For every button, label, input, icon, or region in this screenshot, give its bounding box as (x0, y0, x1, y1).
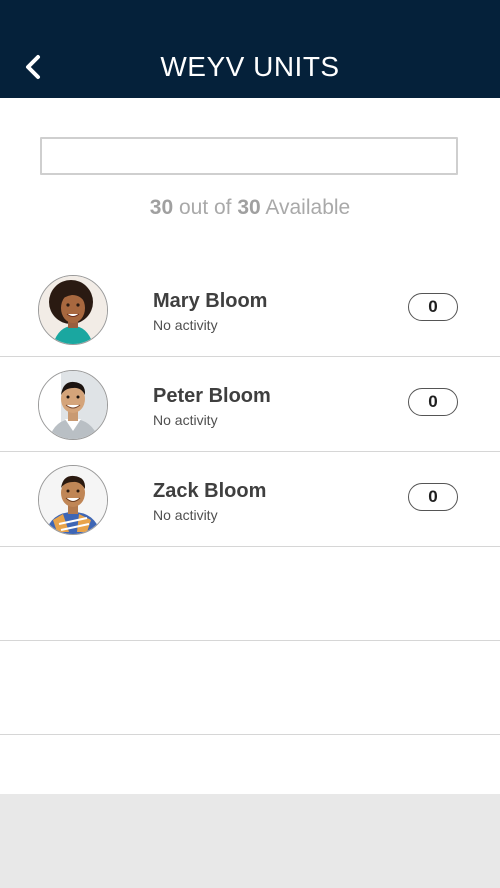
availability-text: 30 out of 30 Available (0, 194, 500, 222)
app-header: WEYV UNITS (0, 0, 500, 98)
member-name: Mary Bloom (153, 290, 268, 312)
members-list: Mary Bloom No activity 0 Peter Bloom No … (0, 262, 500, 735)
search-input[interactable] (40, 137, 458, 175)
availability-suffix: Available (260, 196, 351, 219)
member-activity: No activity (153, 412, 218, 428)
member-name: Zack Bloom (153, 480, 267, 502)
boy-portrait-icon (39, 466, 107, 534)
list-item[interactable]: Zack Bloom No activity 0 (0, 452, 500, 547)
unit-count-badge[interactable]: 0 (408, 483, 458, 511)
unit-count-badge[interactable]: 0 (408, 388, 458, 416)
avatar (38, 275, 108, 345)
member-activity: No activity (153, 507, 218, 523)
empty-list-row (0, 641, 500, 735)
unit-count-badge[interactable]: 0 (408, 293, 458, 321)
list-item[interactable]: Mary Bloom No activity 0 (0, 262, 500, 357)
availability-mid: out of (173, 196, 238, 219)
member-name: Peter Bloom (153, 385, 271, 407)
avatar (38, 370, 108, 440)
woman-portrait-icon (39, 276, 107, 344)
available-count: 30 (149, 196, 174, 219)
footer-bar (0, 794, 500, 888)
list-item[interactable]: Peter Bloom No activity 0 (0, 357, 500, 452)
man-portrait-icon (39, 371, 107, 439)
total-count: 30 (237, 196, 261, 219)
page-title: WEYV UNITS (160, 51, 340, 82)
member-activity: No activity (153, 317, 218, 333)
empty-list-row (0, 547, 500, 641)
avatar (38, 465, 108, 535)
